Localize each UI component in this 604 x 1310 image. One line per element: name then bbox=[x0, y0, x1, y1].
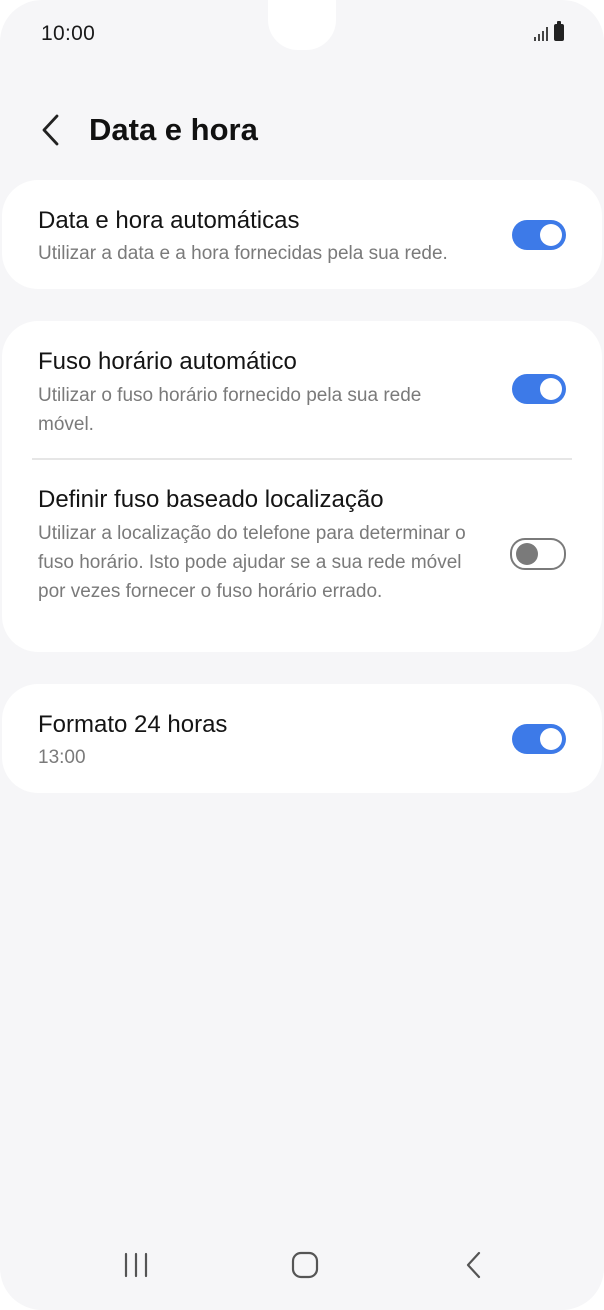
setting-title: Definir fuso baseado localização bbox=[38, 486, 384, 513]
home-button[interactable] bbox=[275, 1240, 335, 1290]
nav-back-button[interactable] bbox=[444, 1240, 504, 1290]
status-time: 10:00 bbox=[41, 22, 96, 45]
setting-subtitle: Utilizar a data e a hora fornecidas pela… bbox=[38, 243, 448, 264]
toggle-knob bbox=[540, 224, 562, 246]
phone-screen: 10:00 Data e hora Data e hora automática… bbox=[0, 0, 604, 1310]
recents-button[interactable] bbox=[106, 1240, 166, 1290]
camera-notch bbox=[268, 0, 336, 50]
navigation-bar bbox=[0, 1220, 604, 1310]
setting-auto-timezone[interactable]: Fuso horário automático Utilizar o fuso … bbox=[2, 321, 602, 457]
back-icon bbox=[466, 1251, 481, 1279]
app-header: Data e hora bbox=[0, 100, 604, 160]
chevron-left-icon bbox=[42, 114, 59, 146]
back-button[interactable] bbox=[20, 100, 80, 160]
recents-icon bbox=[124, 1252, 148, 1278]
setting-subtitle: Utilizar a localização do telefone para … bbox=[38, 523, 466, 602]
signal-icon bbox=[534, 25, 548, 41]
card-timezone: Fuso horário automático Utilizar o fuso … bbox=[2, 321, 602, 652]
status-bar: 10:00 bbox=[0, 0, 604, 70]
divider bbox=[32, 458, 572, 460]
auto-datetime-toggle[interactable] bbox=[512, 220, 566, 250]
setting-auto-datetime[interactable]: Data e hora automáticas Utilizar a data … bbox=[2, 180, 602, 289]
setting-title: Fuso horário automático bbox=[38, 348, 297, 375]
card-auto-datetime: Data e hora automáticas Utilizar a data … bbox=[2, 180, 602, 289]
toggle-knob bbox=[540, 378, 562, 400]
auto-timezone-toggle[interactable] bbox=[512, 374, 566, 404]
status-icons bbox=[534, 21, 564, 41]
setting-subtitle: 13:00 bbox=[38, 747, 86, 768]
toggle-knob bbox=[540, 728, 562, 750]
setting-title: Data e hora automáticas bbox=[38, 207, 300, 234]
page-title: Data e hora bbox=[89, 112, 258, 147]
toggle-knob bbox=[516, 543, 538, 565]
setting-24h-format[interactable]: Formato 24 horas 13:00 bbox=[2, 684, 602, 793]
setting-title: Formato 24 horas bbox=[38, 711, 228, 738]
24h-format-toggle[interactable] bbox=[512, 724, 566, 754]
battery-icon bbox=[554, 21, 564, 41]
card-24h-format: Formato 24 horas 13:00 bbox=[2, 684, 602, 793]
setting-subtitle: Utilizar o fuso horário fornecido pela s… bbox=[38, 385, 422, 435]
setting-location-timezone[interactable]: Definir fuso baseado localização Utiliza… bbox=[2, 485, 602, 606]
location-timezone-toggle[interactable] bbox=[510, 538, 566, 570]
home-icon bbox=[291, 1251, 319, 1279]
